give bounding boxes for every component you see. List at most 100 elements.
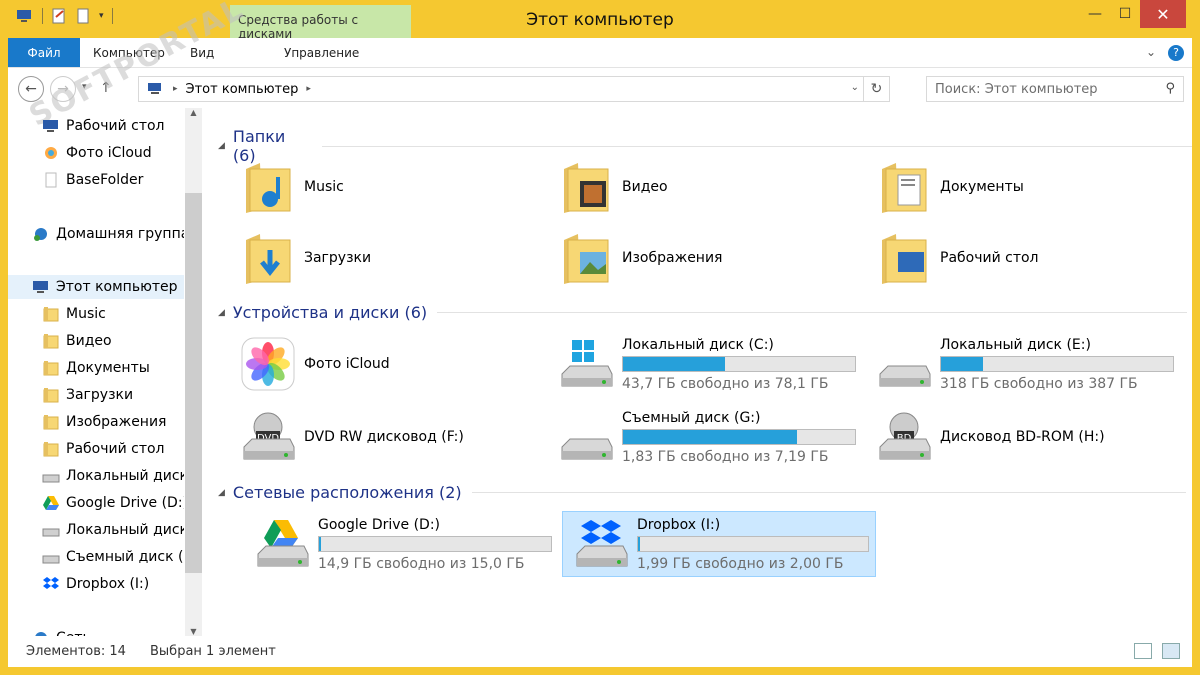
large-icons-view-icon[interactable] (1162, 643, 1180, 659)
google-drive-icon (254, 516, 310, 572)
minimize-button[interactable]: — (1080, 0, 1110, 28)
tab-manage[interactable]: Управление (284, 38, 359, 67)
maximize-button[interactable]: ☐ (1110, 0, 1140, 28)
tile-info: Изображения (622, 250, 856, 266)
customize-toolbar-icon[interactable]: ▾ (99, 11, 104, 21)
sidebar-item-label: Фото iCloud (66, 145, 152, 161)
tile-name: Dropbox (I:) (637, 516, 721, 533)
breadcrumb-chevron-icon[interactable]: ▸ (306, 84, 311, 94)
tile-name: Локальный диск (E:) (940, 336, 1091, 353)
devices-tile[interactable]: Локальный диск (C:) 43,7 ГБ свободно из 7… (548, 331, 862, 397)
refresh-icon: ↻ (870, 81, 883, 97)
free-space-text: 1,99 ГБ свободно из 2,00 ГБ (637, 555, 844, 572)
dropbox-icon (573, 516, 629, 572)
devices-tile[interactable]: Локальный диск (E:) 318 ГБ свободно из 38… (866, 331, 1180, 397)
group-network-header[interactable]: ◢ Сетевые расположения (2) (218, 483, 1186, 502)
drive-icon (42, 468, 60, 484)
capacity-bar (637, 535, 869, 552)
close-button[interactable]: ✕ (1140, 0, 1186, 28)
sidebar-item[interactable]: Рабочий стол (8, 114, 184, 138)
breadcrumb-separator-icon[interactable]: ▸ (173, 84, 178, 94)
help-icon[interactable]: ? (1168, 45, 1184, 61)
free-space-text: 14,9 ГБ свободно из 15,0 ГБ (318, 555, 525, 572)
devices-tile[interactable]: Фото iCloud (230, 331, 544, 397)
sidebar-item[interactable]: Документы (8, 356, 184, 380)
sidebar-item[interactable]: Этот компьютер (8, 275, 184, 299)
documents-folder-icon (876, 159, 932, 215)
capacity-bar-fill (638, 536, 641, 551)
toolbar-separator (111, 8, 113, 24)
capacity-bar-fill (319, 536, 322, 551)
sidebar-item[interactable]: Изображения (8, 410, 184, 434)
folders-tile[interactable]: Загрузки (230, 225, 544, 291)
sidebar-item[interactable]: Загрузки (8, 383, 184, 407)
folder-icon (42, 306, 60, 322)
group-divider (471, 492, 1186, 493)
navigation-pane-scrollbar[interactable]: ▲ ▼ (185, 108, 202, 636)
dropbox-icon (42, 576, 60, 592)
explorer-window: ▾ Средства работы с дисками Этот компьют… (8, 0, 1192, 667)
sidebar-item-label: Google Drive (D:) (66, 495, 184, 511)
tab-file[interactable]: Файл (8, 38, 80, 67)
sidebar-item[interactable]: Фото iCloud (8, 141, 184, 165)
free-space-text: 43,7 ГБ свободно из 78,1 ГБ (622, 375, 829, 392)
status-bar: Элементов: 14 Выбран 1 элемент (8, 636, 1192, 667)
sidebar-item-label: Этот компьютер (56, 279, 178, 295)
scrollbar-thumb[interactable] (185, 193, 202, 573)
group-devices-header[interactable]: ◢ Устройства и диски (6) (218, 303, 1188, 322)
sidebar-item[interactable]: Google Drive (D:) (8, 491, 184, 515)
computer-icon[interactable] (16, 8, 34, 24)
tile-info: Локальный диск (C:) 43,7 ГБ свободно из 7… (622, 337, 856, 392)
address-history-dropdown-icon[interactable]: ⌄ (851, 82, 859, 93)
collapse-chevron-icon[interactable]: ◢ (218, 488, 225, 498)
folders-tile[interactable]: Music (230, 154, 544, 220)
sidebar-item[interactable]: Домашняя группа (8, 222, 184, 246)
sidebar-item[interactable]: Music (8, 302, 184, 326)
sidebar-item[interactable]: BaseFolder (8, 168, 184, 192)
folders-tile[interactable]: Документы (866, 154, 1180, 220)
details-view-icon[interactable] (1134, 643, 1152, 659)
window-controls: — ☐ ✕ (1080, 0, 1186, 28)
sidebar-item-label: BaseFolder (66, 172, 144, 188)
sidebar-item-label: Music (66, 306, 106, 322)
properties-icon[interactable] (51, 8, 67, 24)
search-input[interactable]: Поиск: Этот компьютер ⚲ (926, 76, 1184, 102)
devices-tile[interactable]: DVD DVD RW дисковод (F:) (230, 404, 544, 470)
collapse-chevron-icon[interactable]: ◢ (218, 308, 225, 318)
music-folder-icon (240, 159, 296, 215)
sidebar-item-label: Видео (66, 333, 112, 349)
video-folder-icon (558, 159, 614, 215)
folders-tile[interactable]: Рабочий стол (866, 225, 1180, 291)
scroll-down-icon[interactable]: ▼ (185, 627, 202, 636)
scroll-up-icon[interactable]: ▲ (185, 108, 202, 117)
sidebar-item[interactable]: Локальный диск (8, 464, 184, 488)
sidebar-item[interactable]: Рабочий стол (8, 437, 184, 461)
devices-tile[interactable]: BD Дисковод BD-ROM (H:) (866, 404, 1180, 470)
group-devices-title: Устройства и диски (6) (232, 303, 428, 322)
expand-ribbon-icon[interactable]: ⌄ (1146, 45, 1156, 61)
sidebar-item[interactable]: Dropbox (I:) (8, 572, 184, 596)
sidebar-item[interactable]: Видео (8, 329, 184, 353)
tile-name: Рабочий стол (940, 250, 1039, 266)
network-tile[interactable]: Dropbox (I:) 1,99 ГБ свободно из 2,00 ГБ (562, 511, 876, 577)
removable-drive-icon (558, 409, 614, 465)
tile-name: Music (304, 179, 344, 195)
collapse-chevron-icon[interactable]: ◢ (218, 141, 225, 151)
folder-icon (42, 333, 60, 349)
disk-tools-context-tab[interactable]: Средства работы с дисками (230, 5, 411, 41)
capacity-bar (940, 355, 1174, 372)
sidebar-item[interactable]: Локальный диск (8, 518, 184, 542)
refresh-button[interactable]: ↻ (863, 77, 889, 101)
address-bar[interactable]: ▸ Этот компьютер ▸ ⌄ ↻ (138, 76, 890, 102)
folders-tile[interactable]: Изображения (548, 225, 862, 291)
tile-name: Дисковод BD-ROM (H:) (940, 429, 1105, 445)
sidebar-item[interactable]: Съемный диск (G (8, 545, 184, 569)
devices-tile[interactable]: Съемный диск (G:) 1,83 ГБ свободно из 7,1… (548, 404, 862, 470)
quick-access-toolbar: ▾ (16, 8, 113, 24)
sidebar-item[interactable]: Сеть (8, 626, 184, 636)
folders-tile[interactable]: Видео (548, 154, 862, 220)
breadcrumb-this-pc[interactable]: Этот компьютер (186, 82, 299, 97)
tile-info: Фото iCloud (304, 356, 538, 372)
network-tile[interactable]: Google Drive (D:) 14,9 ГБ свободно из 15,… (244, 511, 558, 577)
new-folder-icon[interactable] (75, 8, 91, 24)
